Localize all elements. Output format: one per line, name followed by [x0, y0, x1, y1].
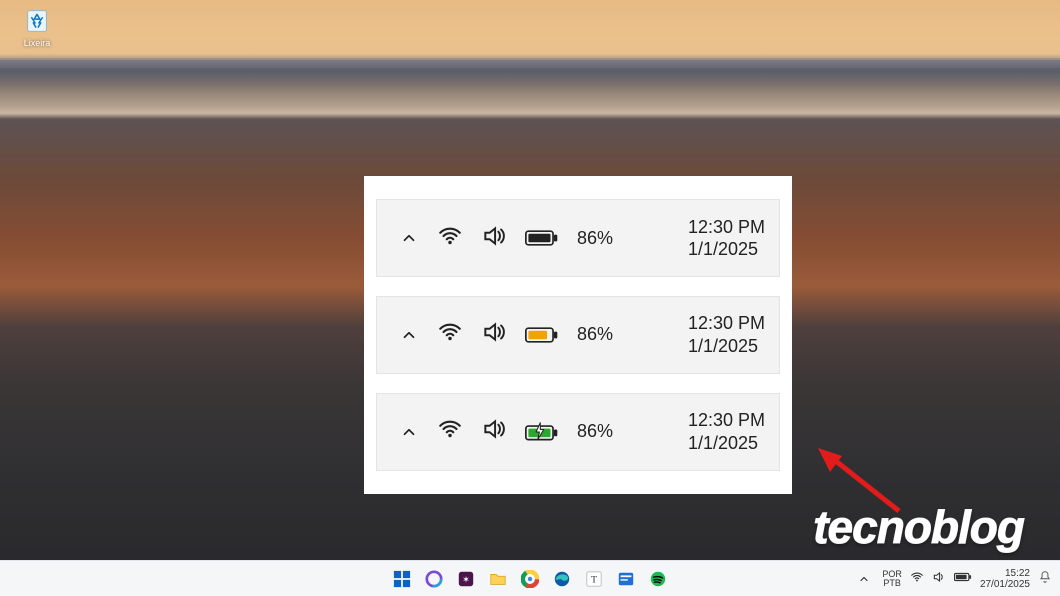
tray-datetime[interactable]: 12:30 PM 1/1/2025 [688, 409, 765, 454]
battery-percent: 86% [577, 324, 613, 345]
battery-low-icon[interactable] [525, 325, 559, 345]
tray-date: 1/1/2025 [688, 238, 765, 261]
tray-datetime[interactable]: 12:30 PM 1/1/2025 [688, 312, 765, 357]
taskbar: ✶ T POR [0, 560, 1060, 596]
wifi-icon[interactable] [437, 319, 463, 350]
taskbar-date: 27/01/2025 [980, 579, 1030, 590]
battery-percent: 86% [577, 421, 613, 442]
recycle-bin[interactable]: Lixeira [12, 6, 62, 48]
volume-icon[interactable] [481, 319, 507, 350]
app-blue-icon[interactable] [615, 568, 637, 590]
tray-row-charging: 86% 12:30 PM 1/1/2025 [376, 393, 780, 471]
language-line2: PTB [883, 579, 901, 588]
edge-icon[interactable] [551, 568, 573, 590]
volume-tray-icon[interactable] [932, 570, 946, 587]
chevron-up-icon[interactable] [399, 325, 419, 345]
tray-row-low: 86% 12:30 PM 1/1/2025 [376, 296, 780, 374]
desktop: Lixeira 86% 12:30 PM 1/1/2025 [0, 0, 1060, 596]
volume-icon[interactable] [481, 223, 507, 254]
wallpaper-sky [0, 0, 1060, 60]
chevron-up-icon[interactable] [399, 228, 419, 248]
recycle-bin-icon [22, 6, 52, 36]
chrome-icon[interactable] [519, 568, 541, 590]
language-indicator[interactable]: POR PTB [882, 570, 902, 588]
app-t-icon[interactable]: T [583, 568, 605, 590]
copilot-icon[interactable] [423, 568, 445, 590]
svg-text:✶: ✶ [462, 574, 470, 584]
start-button[interactable] [391, 568, 413, 590]
wifi-tray-icon[interactable] [910, 570, 924, 587]
notifications-icon[interactable] [1038, 570, 1052, 587]
tray-examples-panel: 86% 12:30 PM 1/1/2025 86% 12:30 PM [364, 176, 792, 494]
app-icon[interactable]: ✶ [455, 568, 477, 590]
tray-overflow-chevron-icon[interactable] [854, 569, 874, 589]
battery-charging-icon[interactable] [525, 421, 559, 443]
tray-date: 1/1/2025 [688, 335, 765, 358]
chevron-up-icon[interactable] [399, 422, 419, 442]
watermark-text: tecnoblog [813, 500, 1024, 554]
battery-full-icon[interactable] [525, 228, 559, 248]
wifi-icon[interactable] [437, 223, 463, 254]
wifi-icon[interactable] [437, 416, 463, 447]
taskbar-right: POR PTB 15:22 27/01/2025 [854, 568, 1060, 590]
tray-time: 12:30 PM [688, 216, 765, 239]
tray-time: 12:30 PM [688, 409, 765, 432]
spotify-icon[interactable] [647, 568, 669, 590]
tray-time: 12:30 PM [688, 312, 765, 335]
file-explorer-icon[interactable] [487, 568, 509, 590]
battery-tray-icon[interactable] [954, 571, 972, 586]
taskbar-clock[interactable]: 15:22 27/01/2025 [980, 568, 1030, 590]
volume-icon[interactable] [481, 416, 507, 447]
svg-text:T: T [591, 574, 597, 585]
taskbar-time: 15:22 [1005, 568, 1030, 579]
recycle-bin-label: Lixeira [12, 38, 62, 48]
tray-row-full: 86% 12:30 PM 1/1/2025 [376, 199, 780, 277]
tray-datetime[interactable]: 12:30 PM 1/1/2025 [688, 216, 765, 261]
battery-percent: 86% [577, 228, 613, 249]
tray-date: 1/1/2025 [688, 432, 765, 455]
taskbar-center: ✶ T [391, 568, 669, 590]
wallpaper-ridge [0, 58, 1060, 68]
